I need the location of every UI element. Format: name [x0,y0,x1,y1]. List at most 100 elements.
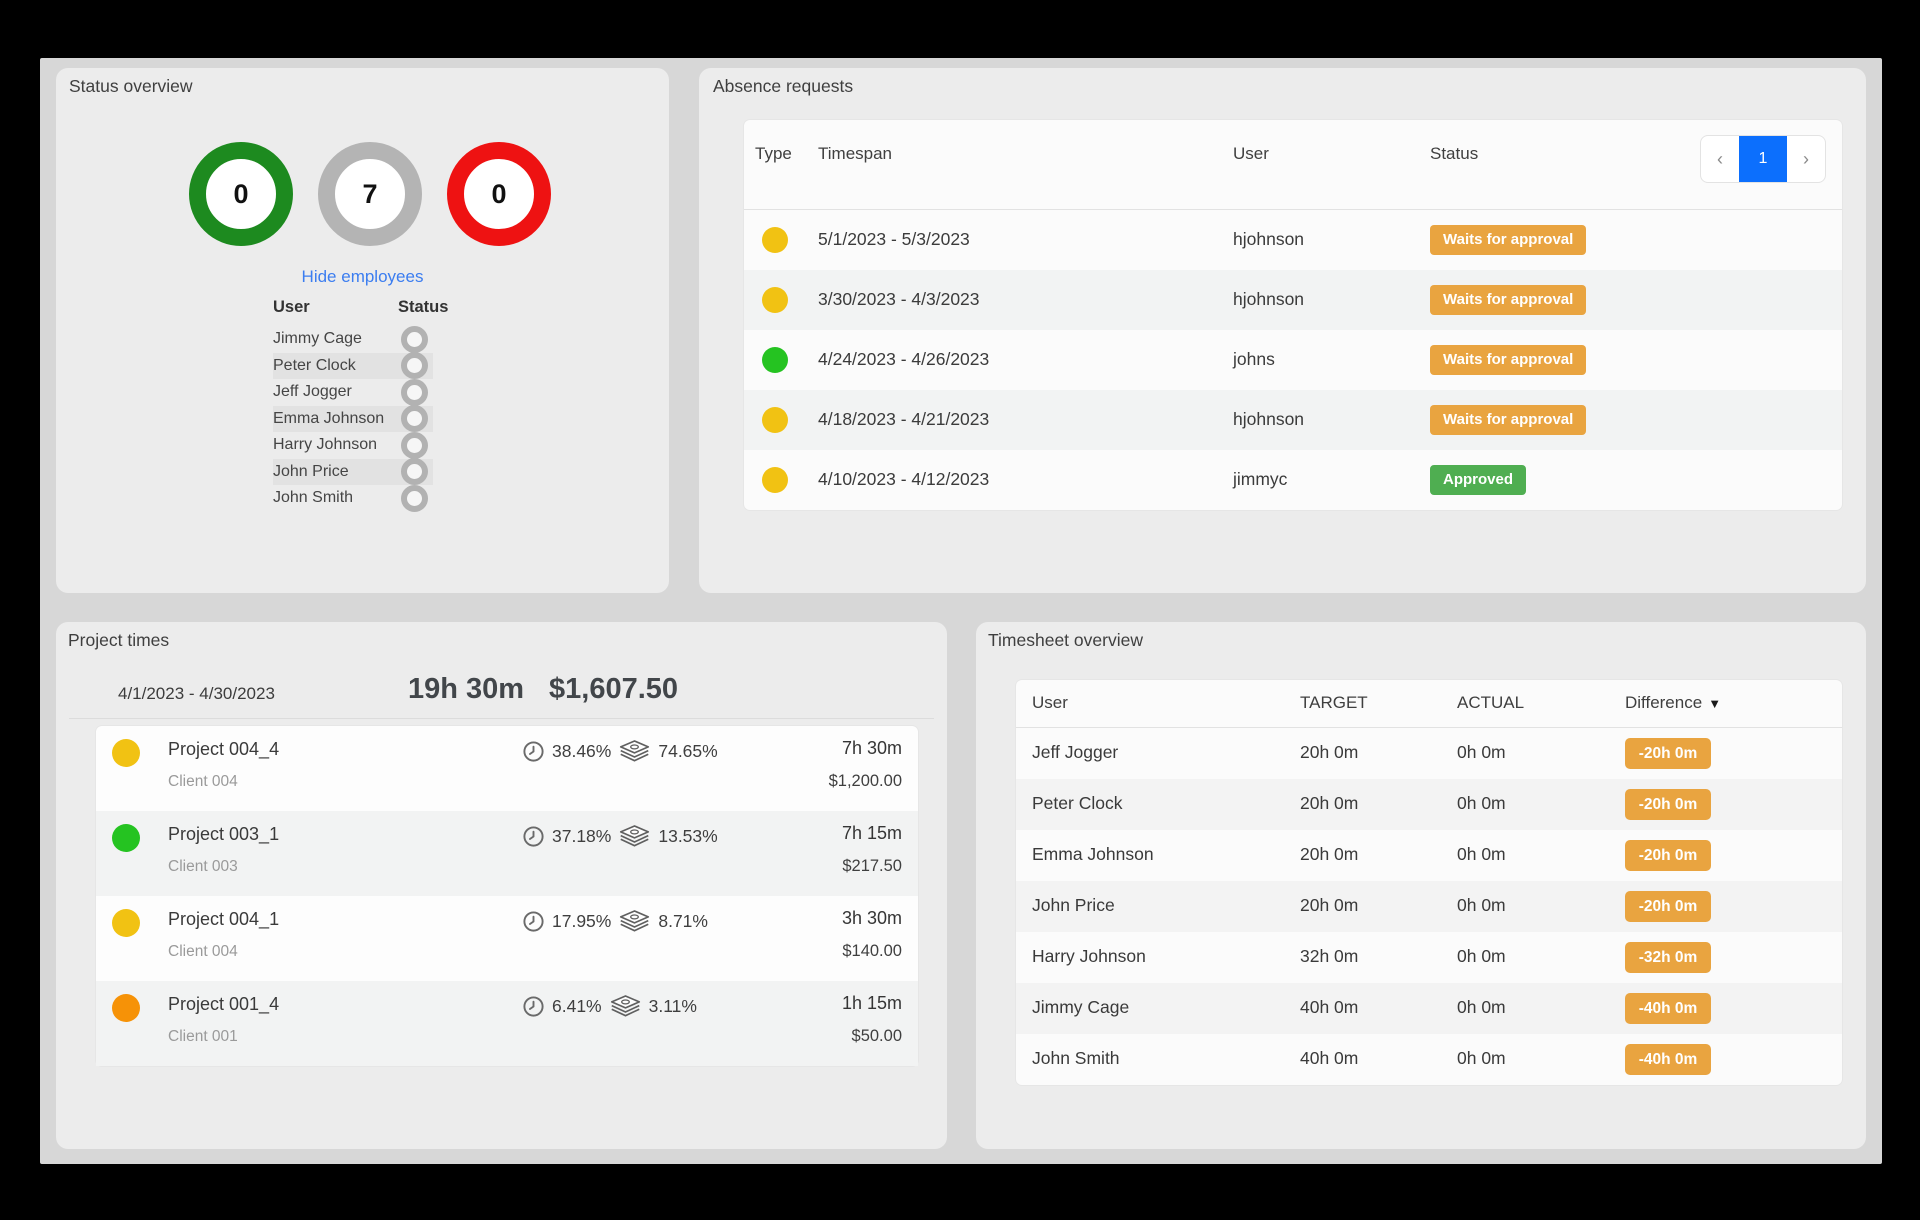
project-percentages: 6.41% 3.11% [522,994,697,1019]
money-percentage: 3.11% [649,996,697,1017]
absence-row[interactable]: 4/24/2023 - 4/26/2023 johns Waits for ap… [744,330,1842,390]
panel-title: Absence requests [713,76,853,97]
timesheet-actual: 0h 0m [1457,946,1506,967]
time-percentage: 17.95% [552,911,611,932]
panel-title: Status overview [69,76,193,97]
employee-name: Emma Johnson [273,410,400,428]
timesheet-user: Jimmy Cage [1032,997,1129,1018]
time-percentage: 6.41% [552,996,602,1017]
absence-row[interactable]: 3/30/2023 - 4/3/2023 hjohnson Waits for … [744,270,1842,330]
timesheet-target: 40h 0m [1300,997,1358,1018]
timesheet-user: Harry Johnson [1032,946,1146,967]
money-stack-icon [609,994,642,1019]
hide-employees-link[interactable]: Hide employees [56,267,669,287]
absence-row[interactable]: 4/10/2023 - 4/12/2023 jimmyc Approved [744,450,1842,510]
clock-icon [522,910,545,933]
employee-name: Jeff Jogger [273,383,400,401]
status-overview-panel: Status overview 0 7 0 Hide employees Use… [56,68,669,593]
employee-row: Jimmy Cage [273,326,433,353]
client-name: Client 003 [168,858,238,876]
timesheet-target: 20h 0m [1300,895,1358,916]
column-header-difference-label: Difference [1625,693,1702,712]
clock-icon [522,995,545,1018]
absence-status-badge: Waits for approval [1430,345,1586,375]
employee-row: Peter Clock [273,353,433,380]
absence-timespan: 3/30/2023 - 4/3/2023 [818,289,980,310]
project-amount: $140.00 [842,942,902,961]
project-row[interactable]: Project 001_4 Client 001 6.41% 3.11% 1h … [96,981,918,1066]
employee-row: John Smith [273,485,433,512]
timesheet-difference-badge: -20h 0m [1625,789,1711,820]
column-header-target[interactable]: TARGET [1300,693,1368,713]
timesheet-table-header: User TARGET ACTUAL Difference▼ [1016,680,1842,728]
timesheet-overview-panel: Timesheet overview User TARGET ACTUAL Di… [976,622,1866,1149]
status-count: 0 [233,179,248,210]
project-color-dot-icon [112,739,140,767]
employee-status-ring-icon [401,485,428,512]
project-duration: 1h 15m [842,993,902,1014]
timesheet-target: 20h 0m [1300,742,1358,763]
money-stack-icon [618,739,651,764]
project-row[interactable]: Project 003_1 Client 003 37.18% 13.53% 7… [96,811,918,896]
employee-status-ring-icon [401,458,428,485]
total-time: 19h 30m [408,673,524,706]
timesheet-row: John Price 20h 0m 0h 0m -20h 0m [1016,881,1842,932]
column-header-user[interactable]: User [1032,693,1068,713]
client-name: Client 004 [168,773,238,791]
column-header-status: Status [398,298,448,326]
absence-type-dot-icon [762,407,788,433]
project-color-dot-icon [112,824,140,852]
absence-type-dot-icon [762,467,788,493]
status-count: 7 [362,179,377,210]
employee-table-header: User Status [273,298,458,326]
client-name: Client 001 [168,1028,238,1046]
employee-status-table: User Status Jimmy Cage Peter Clock Jeff … [273,298,458,512]
panel-title: Timesheet overview [988,630,1143,651]
column-header-actual[interactable]: ACTUAL [1457,693,1524,713]
timesheet-row: Harry Johnson 32h 0m 0h 0m -32h 0m [1016,932,1842,983]
status-rings: 0 7 0 [189,142,551,246]
project-percentages: 38.46% 74.65% [522,739,718,764]
client-name: Client 004 [168,943,238,961]
total-amount: $1,607.50 [549,673,678,706]
project-duration: 7h 30m [842,738,902,759]
pagination-next-button[interactable]: › [1787,136,1825,182]
timesheet-target: 20h 0m [1300,844,1358,865]
project-row[interactable]: Project 004_4 Client 004 38.46% 74.65% 7… [96,726,918,811]
project-name: Project 001_4 [168,994,279,1015]
timesheet-user: John Smith [1032,1048,1120,1069]
timesheet-row: Peter Clock 20h 0m 0h 0m -20h 0m [1016,779,1842,830]
employee-row: Emma Johnson [273,406,433,433]
project-name: Project 003_1 [168,824,279,845]
timesheet-difference-badge: -40h 0m [1625,993,1711,1024]
divider [69,718,934,719]
project-color-dot-icon [112,909,140,937]
timesheet-row: John Smith 40h 0m 0h 0m -40h 0m [1016,1034,1842,1085]
timesheet-row: Jeff Jogger 20h 0m 0h 0m -20h 0m [1016,728,1842,779]
absence-timespan: 4/24/2023 - 4/26/2023 [818,349,989,370]
absence-user: hjohnson [1233,409,1304,430]
absence-type-dot-icon [762,287,788,313]
absence-requests-panel: Absence requests Type Timespan User Stat… [699,68,1866,593]
column-header-difference[interactable]: Difference▼ [1625,693,1721,713]
pagination-page-1-button[interactable]: 1 [1739,136,1787,182]
absence-timespan: 5/1/2023 - 5/3/2023 [818,229,970,250]
column-header-status: Status [1430,144,1478,164]
project-row[interactable]: Project 004_1 Client 004 17.95% 8.71% 3h… [96,896,918,981]
pagination-prev-button[interactable]: ‹ [1701,136,1739,182]
pagination: ‹ 1 › [1700,135,1826,183]
absence-status-badge: Approved [1430,465,1526,495]
status-count: 0 [491,179,506,210]
timesheet-user: Peter Clock [1032,793,1122,814]
project-color-dot-icon [112,994,140,1022]
absence-type-dot-icon [762,347,788,373]
employee-rows: Jimmy Cage Peter Clock Jeff Jogger Emma … [273,326,458,512]
absence-row[interactable]: 5/1/2023 - 5/3/2023 hjohnson Waits for a… [744,210,1842,270]
money-percentage: 8.71% [658,911,708,932]
employee-row: Harry Johnson [273,432,433,459]
absence-status-badge: Waits for approval [1430,285,1586,315]
absence-row[interactable]: 4/18/2023 - 4/21/2023 hjohnson Waits for… [744,390,1842,450]
absence-status-badge: Waits for approval [1430,225,1586,255]
project-percentages: 17.95% 8.71% [522,909,708,934]
column-header-timespan: Timespan [818,144,892,164]
